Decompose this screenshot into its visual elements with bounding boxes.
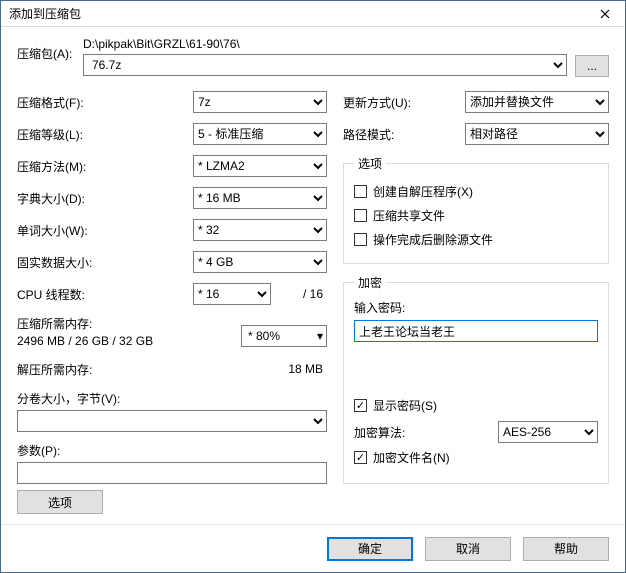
mem-percent-value: * 80% xyxy=(248,329,280,343)
solid-label: 固实数据大小: xyxy=(17,254,193,271)
cpu-total-text: / 16 xyxy=(277,287,327,301)
checkbox-icon xyxy=(354,185,367,198)
close-button[interactable] xyxy=(591,4,619,24)
checkbox-icon xyxy=(354,233,367,246)
format-select[interactable]: 7z xyxy=(193,91,327,113)
archive-name-combo[interactable]: 76.7z xyxy=(83,54,567,76)
ok-button[interactable]: 确定 xyxy=(327,537,413,561)
help-button[interactable]: 帮助 xyxy=(523,537,609,561)
checkbox-encrypt-names-label: 加密文件名(N) xyxy=(373,449,450,466)
archive-path-text: D:\pikpak\Bit\GRZL\61-90\76\ xyxy=(83,37,567,51)
checkbox-show-password[interactable]: 显示密码(S) xyxy=(354,397,598,414)
mem-compress-label: 压缩所需内存: xyxy=(17,315,241,332)
archive-label: 压缩包(A): xyxy=(17,37,75,62)
password-input[interactable] xyxy=(354,320,598,342)
cancel-button[interactable]: 取消 xyxy=(425,537,511,561)
solid-select[interactable]: * 4 GB xyxy=(193,251,327,273)
method-label: 压缩方法(M): xyxy=(17,158,193,175)
cpu-label: CPU 线程数: xyxy=(17,286,193,303)
ellipsis-icon: ... xyxy=(587,59,597,73)
checkbox-sfx[interactable]: 创建自解压程序(X) xyxy=(354,183,598,200)
update-mode-label: 更新方式(U): xyxy=(343,94,465,111)
level-select[interactable]: 5 - 标准压缩 xyxy=(193,123,327,145)
window-title: 添加到压缩包 xyxy=(9,5,81,22)
checkbox-delete-label: 操作完成后删除源文件 xyxy=(373,231,493,248)
path-mode-label: 路径模式: xyxy=(343,126,465,143)
checkbox-icon xyxy=(354,451,367,464)
mem-decompress-value: 18 MB xyxy=(193,362,327,376)
encryption-legend: 加密 xyxy=(354,274,386,291)
encryption-group: 加密 输入密码: 显示密码(S) 加密算法: AES-256 加密文件名(N) xyxy=(343,274,609,484)
checkbox-share[interactable]: 压缩共享文件 xyxy=(354,207,598,224)
level-label: 压缩等级(L): xyxy=(17,126,193,143)
titlebar: 添加到压缩包 xyxy=(1,1,625,27)
browse-button[interactable]: ... xyxy=(575,55,609,77)
cpu-select[interactable]: * 16 xyxy=(193,283,271,305)
checkbox-share-label: 压缩共享文件 xyxy=(373,207,445,224)
options-legend: 选项 xyxy=(354,155,386,172)
update-mode-select[interactable]: 添加并替换文件 xyxy=(465,91,609,113)
checkbox-sfx-label: 创建自解压程序(X) xyxy=(373,183,473,200)
params-label: 参数(P): xyxy=(17,442,327,459)
chevron-down-icon: ▾ xyxy=(317,329,326,343)
dict-label: 字典大小(D): xyxy=(17,190,193,207)
path-mode-select[interactable]: 相对路径 xyxy=(465,123,609,145)
split-size-combo[interactable] xyxy=(17,410,327,432)
checkbox-delete-src[interactable]: 操作完成后删除源文件 xyxy=(354,231,598,248)
word-select[interactable]: * 32 xyxy=(193,219,327,241)
enc-algo-select[interactable]: AES-256 xyxy=(498,421,598,443)
options-button[interactable]: 选项 xyxy=(17,490,103,514)
mem-decompress-label: 解压所需内存: xyxy=(17,361,193,378)
split-label: 分卷大小，字节(V): xyxy=(17,390,327,407)
params-input[interactable] xyxy=(17,462,327,484)
password-label: 输入密码: xyxy=(354,299,598,316)
enc-algo-label: 加密算法: xyxy=(354,424,484,441)
word-label: 单词大小(W): xyxy=(17,222,193,239)
format-label: 压缩格式(F): xyxy=(17,94,193,111)
method-select[interactable]: * LZMA2 xyxy=(193,155,327,177)
mem-percent-combo[interactable]: * 80% ▾ xyxy=(241,325,327,347)
checkbox-icon xyxy=(354,209,367,222)
options-group: 选项 创建自解压程序(X) 压缩共享文件 操作完成后删除源文件 xyxy=(343,155,609,264)
dict-select[interactable]: * 16 MB xyxy=(193,187,327,209)
checkbox-encrypt-names[interactable]: 加密文件名(N) xyxy=(354,449,598,466)
checkbox-show-pw-label: 显示密码(S) xyxy=(373,397,437,414)
checkbox-icon xyxy=(354,399,367,412)
mem-compress-info: 2496 MB / 26 GB / 32 GB xyxy=(17,334,241,348)
close-icon xyxy=(600,9,610,19)
